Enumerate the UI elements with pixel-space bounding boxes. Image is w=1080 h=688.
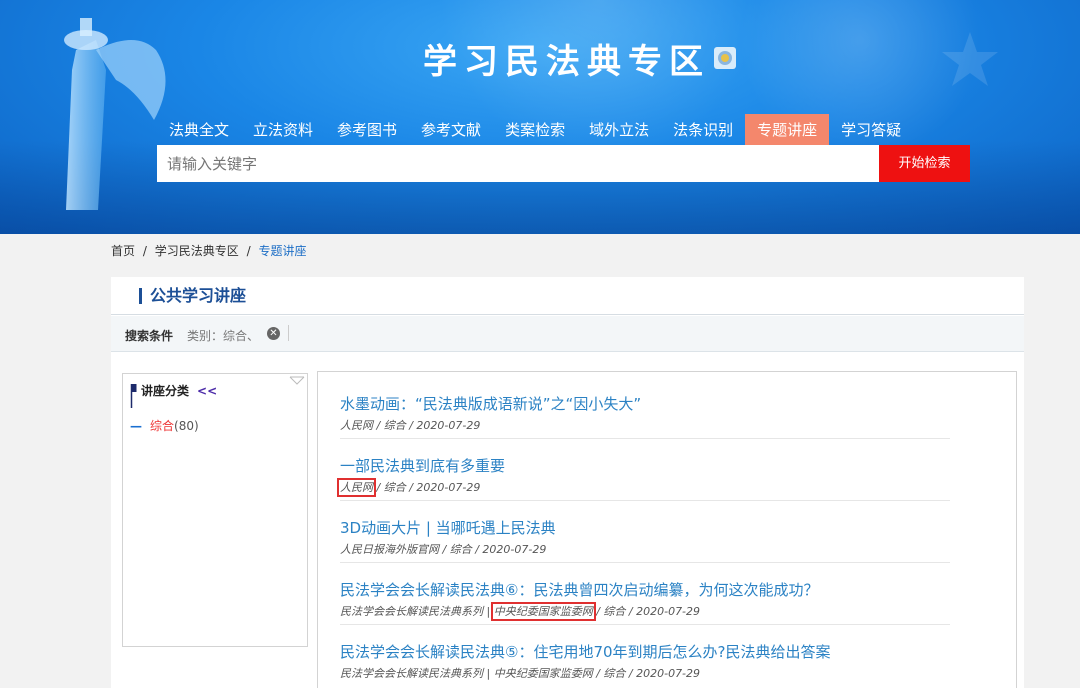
divider <box>340 624 950 625</box>
lecture-source: 人民日报海外版官网 <box>340 543 439 556</box>
lecture-meta: 人民日报海外版官网 / 综合 / 2020-07-29 <box>340 541 950 557</box>
divider <box>340 438 950 439</box>
divider <box>340 562 950 563</box>
filter-label: 搜索条件 <box>125 329 174 343</box>
lecture-meta: 人民网 / 综合 / 2020-07-29 <box>337 478 950 497</box>
lecture-meta: 民法学会会长解读民法典系列 | 中央纪委国家监委网 / 综合 / 2020-07… <box>340 602 950 621</box>
lecture-source: 中央纪委国家监委网 <box>490 602 596 621</box>
lecture-title-link[interactable]: 民法学会会长解读民法典⑤：住宅用地70年到期后怎么办?民法典给出答案 <box>340 641 950 662</box>
breadcrumb-home[interactable]: 首页 <box>111 244 135 258</box>
main-nav: 法典全文 立法资料 参考图书 参考文献 类案检索 域外立法 法条识别 专题讲座 … <box>157 114 913 146</box>
lecture-meta-rest: / 综合 / 2020-07-29 <box>592 605 701 618</box>
page-title: 学习民法典专区 <box>423 41 710 82</box>
nav-item-lectures[interactable]: 专题讲座 <box>745 114 830 146</box>
category-sidebar: 讲座分类 << — 综合 (80) <box>122 373 308 647</box>
nav-item-case-search[interactable]: 类案检索 <box>493 114 577 146</box>
collapse-sidebar-button[interactable]: << <box>197 384 217 398</box>
category-name[interactable]: 综合 <box>150 417 174 434</box>
card-header: 公共学习讲座 <box>111 277 1024 315</box>
list-item: 民法学会会长解读民法典⑥：民法典曾四次启动编纂，为何这次能成功？ 民法学会会长解… <box>340 579 950 621</box>
nav-item-reference-books[interactable]: 参考图书 <box>325 114 409 146</box>
list-item: 民法学会会长解读民法典⑤：住宅用地70年到期后怎么办?民法典给出答案 民法学会会… <box>340 641 950 681</box>
sidebar-title: 讲座分类 <box>141 384 190 398</box>
divider <box>340 500 950 501</box>
breadcrumb-separator: / <box>142 244 147 258</box>
lecture-title-link[interactable]: 民法学会会长解读民法典⑥：民法典曾四次启动编纂，为何这次能成功？ <box>340 579 950 600</box>
flag-icon <box>130 384 137 408</box>
lecture-meta: 民法学会会长解读民法典系列 | 中央纪委国家监委网 / 综合 / 2020-07… <box>340 665 950 681</box>
lecture-list: 水墨动画：“民法典版成语新说”之“因小失大” 人民网 / 综合 / 2020-0… <box>317 371 1017 688</box>
category-count: (80) <box>174 418 199 433</box>
breadcrumb-section[interactable]: 学习民法典专区 <box>155 244 239 258</box>
lecture-meta: 人民网 / 综合 / 2020-07-29 <box>340 417 950 433</box>
search-button[interactable]: 开始检索 <box>879 145 970 182</box>
sidebar-header: 讲座分类 << <box>130 384 217 408</box>
lecture-source: 人民网 <box>337 478 376 497</box>
lecture-title-link[interactable]: 3D动画大片 | 当哪吒遇上民法典 <box>340 517 950 538</box>
lecture-meta-rest: / 综合 / 2020-07-29 <box>373 481 481 494</box>
lecture-meta-rest: / 综合 / 2020-07-29 <box>439 543 547 556</box>
lecture-meta-rest: / 综合 / 2020-07-29 <box>373 419 481 432</box>
card-title: 公共学习讲座 <box>139 288 246 304</box>
breadcrumb-separator: / <box>246 244 251 258</box>
clear-filter-icon[interactable]: ✕ <box>267 327 280 340</box>
list-item: 一部民法典到底有多重要 人民网 / 综合 / 2020-07-29 <box>337 455 950 497</box>
nav-item-qa[interactable]: 学习答疑 <box>829 114 913 146</box>
nav-item-foreign-legislation[interactable]: 域外立法 <box>577 114 661 146</box>
nav-item-article-recognition[interactable]: 法条识别 <box>661 114 745 146</box>
category-item-comprehensive[interactable]: — 综合 (80) <box>130 417 199 434</box>
filter-value: 类别：综合、 <box>187 329 260 343</box>
lecture-meta-rest: / 综合 / 2020-07-29 <box>592 667 701 680</box>
lecture-source: 中央纪委国家监委网 <box>493 667 593 680</box>
breadcrumb: 首页 / 学习民法典专区 / 专题讲座 <box>111 242 310 259</box>
collapse-dash-icon[interactable]: — <box>130 419 142 433</box>
lecture-series: 民法学会会长解读民法典系列 | <box>340 667 494 680</box>
lecture-title-link[interactable]: 一部民法典到底有多重要 <box>340 455 950 476</box>
divider <box>288 325 289 341</box>
nav-item-references[interactable]: 参考文献 <box>409 114 493 146</box>
nav-item-legislative-materials[interactable]: 立法资料 <box>241 114 325 146</box>
lecture-source: 人民网 <box>340 419 373 432</box>
list-item: 水墨动画：“民法典版成语新说”之“因小失大” 人民网 / 综合 / 2020-0… <box>340 393 950 433</box>
header-banner: 学习民法典专区 法典全文 立法资料 参考图书 参考文献 类案检索 域外立法 法条… <box>0 0 1080 234</box>
breadcrumb-current: 专题讲座 <box>258 244 307 258</box>
nav-item-code-fulltext[interactable]: 法典全文 <box>157 114 241 146</box>
lecture-series: 民法学会会长解读民法典系列 | <box>340 605 494 618</box>
list-item: 3D动画大片 | 当哪吒遇上民法典 人民日报海外版官网 / 综合 / 2020-… <box>340 517 950 557</box>
lecture-title-link[interactable]: 水墨动画：“民法典版成语新说”之“因小失大” <box>340 393 950 414</box>
search-input[interactable] <box>157 145 879 182</box>
national-emblem-icon <box>714 47 736 69</box>
star-icon <box>942 32 998 86</box>
search-conditions-bar: 搜索条件 类别：综合、 ✕ <box>111 316 1024 352</box>
corner-fold-icon <box>289 376 305 385</box>
lectures-card: 公共学习讲座 搜索条件 类别：综合、 ✕ 讲座分类 << — 综合 (80) 水… <box>111 277 1024 688</box>
